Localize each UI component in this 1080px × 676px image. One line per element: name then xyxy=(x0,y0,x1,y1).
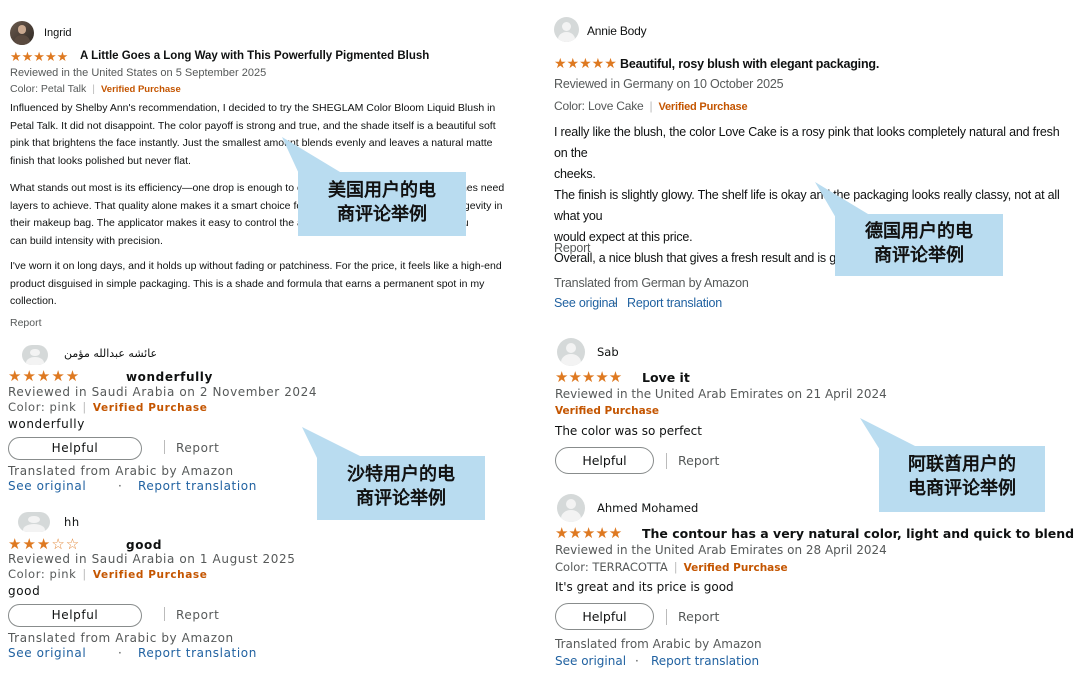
callout-uae: 阿联酋用户的 电商评论举例 xyxy=(879,446,1045,512)
callout-line-1: 美国用户的电 xyxy=(328,180,436,201)
callout-us: 美国用户的电 商评论举例 xyxy=(298,172,466,236)
callout-line-2: 商评论举例 xyxy=(337,204,427,226)
callout-pointers xyxy=(282,137,917,460)
callout-germany: 德国用户的电 商评论举例 xyxy=(835,214,1003,276)
callout-line-2: 电商评论举例 xyxy=(908,478,1016,500)
callout-line-2: 商评论举例 xyxy=(874,245,964,267)
callout-line-2: 商评论举例 xyxy=(356,488,446,510)
callout-line-1: 德国用户的电 xyxy=(865,221,973,242)
callout-line-1: 沙特用户的电 xyxy=(347,464,455,485)
callout-pointer-us xyxy=(282,137,340,176)
callout-pointer-germany xyxy=(815,182,868,218)
callout-saudi: 沙特用户的电 商评论举例 xyxy=(317,456,485,520)
callout-line-1: 阿联酋用户的 xyxy=(908,454,1016,475)
